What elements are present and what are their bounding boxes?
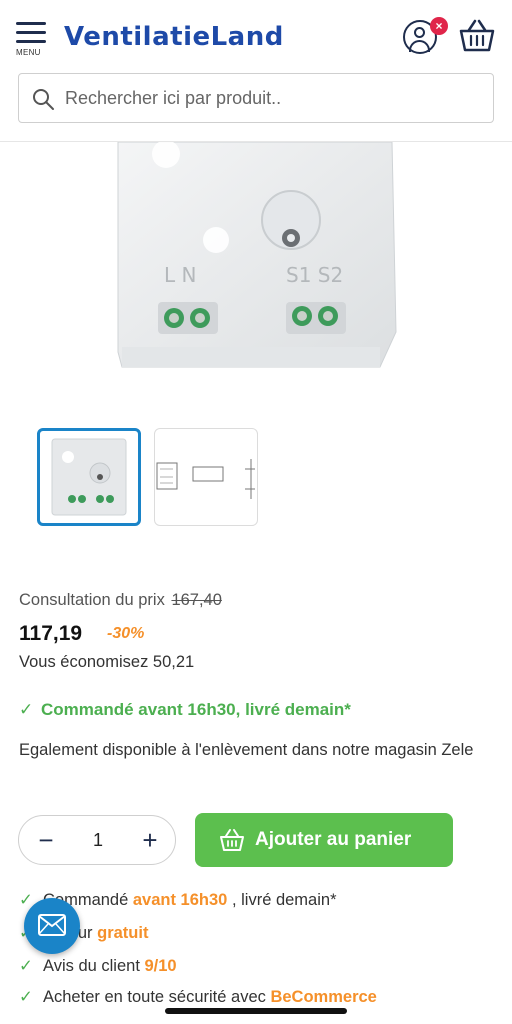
account-status-badge: ×: [430, 17, 448, 35]
delivery-text: Commandé avant 16h30, livré demain*: [41, 700, 351, 719]
hamburger-bar: [16, 31, 46, 34]
product-thumbnail-2[interactable]: [154, 428, 258, 526]
terminal-label-right: S1 S2: [286, 263, 343, 287]
usp-text: Avis du client: [43, 957, 145, 975]
basket-icon: [220, 829, 244, 851]
quantity-value[interactable]: 1: [79, 816, 117, 864]
add-to-cart-label: Ajouter au panier: [255, 829, 412, 850]
hamburger-bar: [16, 40, 46, 43]
usp-item-secure: ✓ Acheter en toute sécurité avec BeCommer…: [19, 987, 377, 1007]
delivery-promise: ✓ Commandé avant 16h30, livré demain*: [19, 700, 351, 720]
check-icon: ✓: [19, 957, 33, 975]
home-indicator: [165, 1008, 347, 1014]
chat-button[interactable]: [24, 898, 80, 954]
search-bar: [18, 73, 494, 123]
hamburger-icon: [16, 22, 46, 25]
usp-accent: gratuit: [97, 924, 149, 942]
product-main-image[interactable]: L N S1 S2: [110, 142, 410, 402]
product-thumbnail-1[interactable]: [37, 428, 141, 526]
usp-accent: 9/10: [144, 957, 177, 975]
add-to-cart-button[interactable]: Ajouter au panier: [195, 813, 453, 867]
envelope-icon: [38, 914, 66, 936]
savings-text: Vous économisez 50,21: [19, 653, 195, 671]
check-icon: ✓: [19, 700, 34, 719]
old-price: 167,40: [171, 591, 222, 609]
check-icon: ✓: [19, 988, 33, 1006]
quantity-stepper: − 1 +: [18, 815, 176, 865]
menu-button[interactable]: MENU: [16, 22, 48, 62]
quantity-increase-button[interactable]: +: [131, 822, 169, 860]
terminal-label-left: L N: [164, 263, 196, 287]
search-input[interactable]: [65, 74, 485, 122]
usp-text-suffix: , livré demain*: [227, 891, 337, 909]
usp-accent: avant 16h30: [132, 891, 228, 909]
usp-accent: BeCommerce: [270, 988, 377, 1006]
search-icon: [33, 89, 54, 110]
price-consultation: Consultation du prix 167,40: [19, 591, 222, 610]
pickup-info: Egalement disponible à l'enlèvement dans…: [19, 741, 474, 759]
consult-label: Consultation du prix: [19, 591, 165, 609]
basket-icon: [459, 19, 495, 52]
cart-button[interactable]: [458, 18, 496, 54]
site-header: MENU VentilatieLand ×: [0, 0, 512, 142]
discount-badge: -30%: [107, 625, 145, 642]
quantity-decrease-button[interactable]: −: [27, 822, 65, 860]
current-price: 117,19: [19, 622, 83, 645]
menu-label: MENU: [16, 48, 41, 57]
site-logo[interactable]: VentilatieLand: [64, 22, 284, 52]
usp-text: Acheter en toute sécurité avec: [43, 988, 271, 1006]
user-icon-body: [409, 40, 430, 52]
usp-item-reviews: ✓ Avis du client 9/10: [19, 956, 177, 976]
user-icon: [414, 27, 425, 38]
